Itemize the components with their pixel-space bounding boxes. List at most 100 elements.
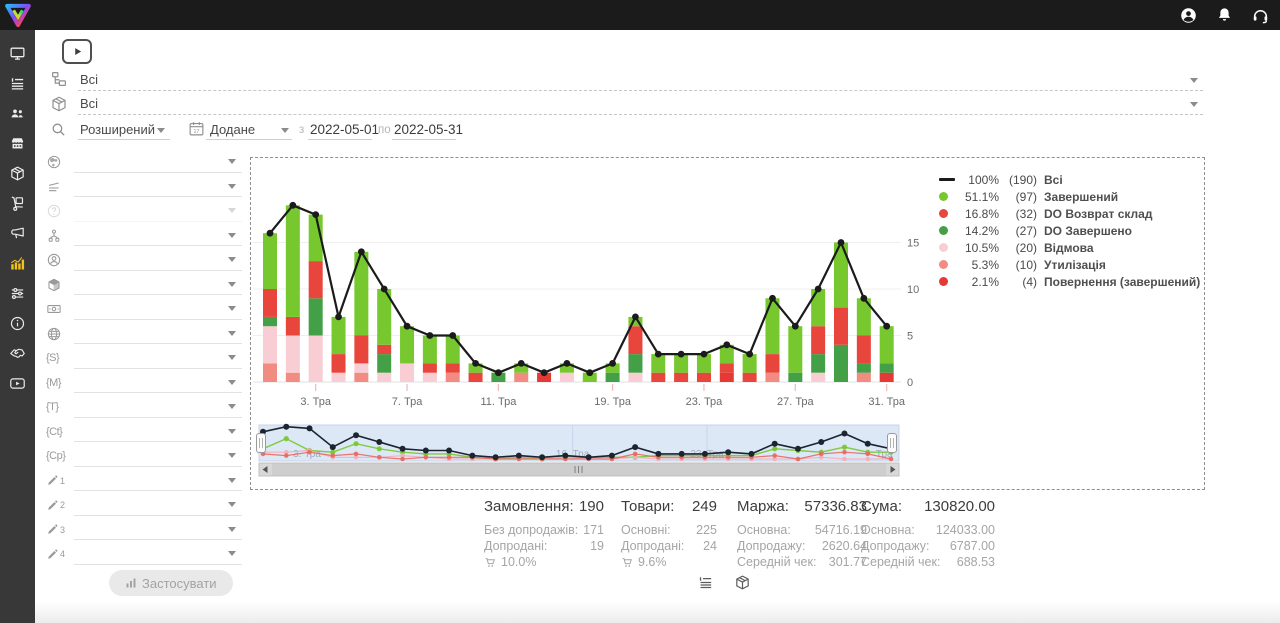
bar-segment[interactable] — [788, 326, 802, 373]
bar-segment[interactable] — [514, 373, 528, 382]
bar-segment[interactable] — [309, 261, 323, 298]
bar-segment[interactable] — [309, 336, 323, 383]
bell-icon[interactable] — [1215, 6, 1234, 25]
data-point[interactable] — [541, 369, 548, 376]
bar-segment[interactable] — [263, 326, 277, 363]
bar-segment[interactable] — [263, 363, 277, 382]
navigator-handle-right[interactable] — [888, 434, 897, 453]
sidebar-item-trolley[interactable] — [0, 188, 35, 218]
sidebar-item-sliders[interactable] — [0, 278, 35, 308]
headset-icon[interactable] — [1251, 6, 1270, 25]
bar-segment[interactable] — [423, 336, 437, 364]
sidebar-item-people[interactable] — [0, 98, 35, 128]
category-select[interactable] — [78, 72, 1203, 91]
legend-item[interactable]: 5.3%(10)Утилізація — [939, 256, 1200, 273]
filter-select-tag-s[interactable] — [74, 348, 242, 369]
legend-item[interactable]: 10.5%(20)Відмова — [939, 239, 1200, 256]
filter-select-tag-t[interactable] — [74, 397, 242, 418]
filter-select-person-circle[interactable] — [74, 250, 242, 271]
filter-select-tag-cp[interactable] — [74, 446, 242, 467]
bar-segment[interactable] — [765, 354, 779, 373]
bar-segment[interactable] — [674, 373, 688, 382]
bar-segment[interactable] — [309, 298, 323, 335]
data-point[interactable] — [312, 211, 319, 218]
data-point[interactable] — [609, 360, 616, 367]
filter-select-pencil-1[interactable] — [74, 470, 242, 491]
bar-segment[interactable] — [765, 298, 779, 354]
bar-segment[interactable] — [811, 354, 825, 373]
filter-select-sort-lines[interactable] — [74, 176, 242, 197]
bar-segment[interactable] — [743, 373, 757, 382]
bar-segment[interactable] — [811, 326, 825, 354]
bar-segment[interactable] — [834, 345, 848, 382]
data-point[interactable] — [678, 351, 685, 358]
apply-button[interactable]: Застосувати — [109, 570, 233, 596]
bar-segment[interactable] — [332, 354, 346, 373]
data-point[interactable] — [860, 295, 867, 302]
data-point[interactable] — [838, 239, 845, 246]
bar-segment[interactable] — [446, 363, 460, 372]
filter-select-pencil-4[interactable] — [74, 544, 242, 565]
bar-segment[interactable] — [286, 373, 300, 382]
bar-segment[interactable] — [880, 326, 894, 363]
filter-select-tag-ct[interactable] — [74, 421, 242, 442]
bar-segment[interactable] — [263, 289, 277, 317]
data-point[interactable] — [335, 314, 342, 321]
chart-navigator[interactable]: 3. Тра16. Тра23. ТраТра — [257, 424, 900, 462]
legend-item[interactable]: 100%(190)Всі — [939, 171, 1200, 188]
bar-segment[interactable] — [606, 373, 620, 382]
data-point[interactable] — [815, 286, 822, 293]
data-point[interactable] — [404, 323, 411, 330]
stacked-bars[interactable] — [263, 205, 894, 382]
bar-segment[interactable] — [446, 373, 460, 382]
sidebar-item-megaphone[interactable] — [0, 218, 35, 248]
legend-item[interactable]: 16.8%(32)DO Возврат склад — [939, 205, 1200, 222]
bar-segment[interactable] — [811, 289, 825, 326]
bar-segment[interactable] — [857, 336, 871, 364]
data-point[interactable] — [267, 230, 274, 237]
navigator-handle-left[interactable] — [257, 434, 266, 453]
filter-select-globe-grid[interactable] — [74, 323, 242, 344]
bar-segment[interactable] — [286, 317, 300, 336]
data-point[interactable] — [518, 360, 525, 367]
bar-segment[interactable] — [857, 373, 871, 382]
data-point[interactable] — [632, 314, 639, 321]
bar-segment[interactable] — [377, 354, 391, 373]
bar-segment[interactable] — [880, 363, 894, 372]
bar-segment[interactable] — [354, 373, 368, 382]
bar-segment[interactable] — [446, 336, 460, 364]
list-view-icon[interactable] — [697, 574, 714, 591]
bar-segment[interactable] — [765, 373, 779, 382]
data-point[interactable] — [586, 369, 593, 376]
data-point[interactable] — [495, 369, 502, 376]
legend-item[interactable]: 51.1%(97)Завершений — [939, 188, 1200, 205]
bar-segment[interactable] — [400, 363, 414, 382]
sidebar-item-package[interactable] — [0, 158, 35, 188]
filter-select-globe-earth[interactable] — [74, 152, 242, 173]
filter-select-box-3d[interactable] — [74, 274, 242, 295]
sidebar-item-video[interactable] — [0, 368, 35, 398]
product-select[interactable] — [78, 96, 1203, 115]
bar-segment[interactable] — [263, 233, 277, 289]
package-icon[interactable] — [734, 574, 751, 591]
bar-segment[interactable] — [834, 308, 848, 345]
filter-select-banknote[interactable] — [74, 299, 242, 320]
bar-segment[interactable] — [628, 354, 642, 373]
data-point[interactable] — [792, 323, 799, 330]
data-point[interactable] — [723, 341, 730, 348]
bar-segment[interactable] — [354, 336, 368, 364]
search-mode-select[interactable] — [78, 122, 170, 140]
filter-select-pencil-3[interactable] — [74, 519, 242, 540]
bar-segment[interactable] — [377, 345, 391, 354]
bar-segment[interactable] — [286, 336, 300, 373]
navigator-scrollbar[interactable] — [259, 463, 899, 476]
date-field-select[interactable] — [206, 122, 292, 140]
legend-item[interactable]: 14.2%(27)DO Завершено — [939, 222, 1200, 239]
bar-segment[interactable] — [332, 373, 346, 382]
bar-segment[interactable] — [423, 373, 437, 382]
bar-segment[interactable] — [697, 373, 711, 382]
bar-segment[interactable] — [720, 373, 734, 382]
bar-segment[interactable] — [811, 373, 825, 382]
data-point[interactable] — [769, 295, 776, 302]
bar-segment[interactable] — [651, 373, 665, 382]
